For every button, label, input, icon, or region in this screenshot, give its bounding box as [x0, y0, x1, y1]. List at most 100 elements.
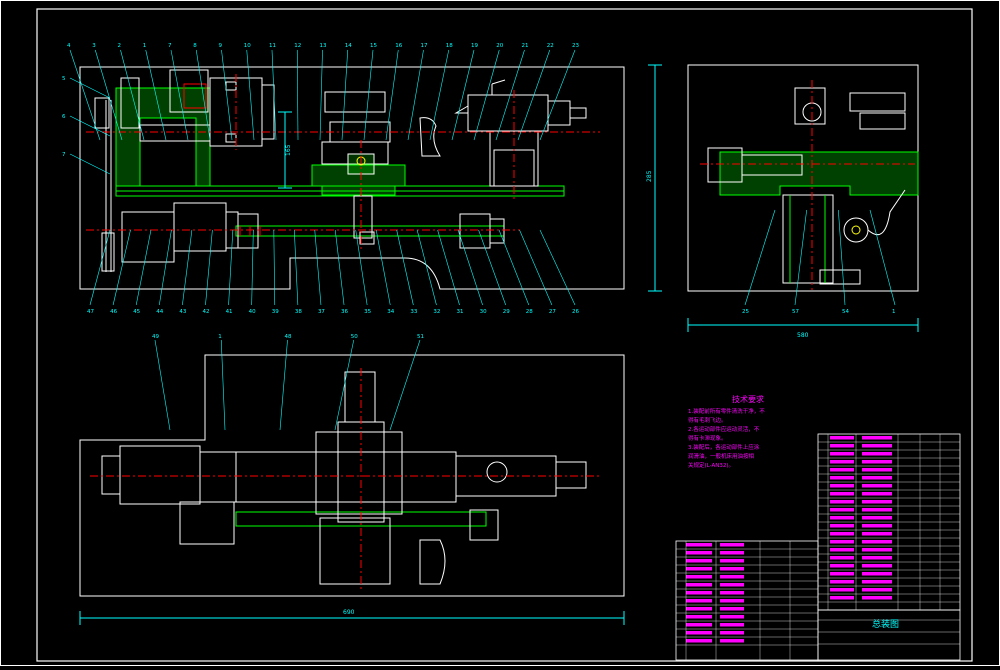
callout-number: 18 [446, 43, 453, 49]
bom-cell-text [830, 556, 854, 560]
bom-cell-text [830, 436, 854, 440]
bom-cell-text [862, 516, 892, 520]
bom-cell-text [686, 559, 712, 563]
bom-cell-text [830, 588, 854, 592]
callout-leader [246, 49, 255, 141]
bom-cell-text [720, 583, 744, 587]
callout-number: 27 [549, 309, 556, 315]
technical-notes-title: 技术要求 [732, 395, 764, 404]
callout-number: 13 [320, 43, 327, 49]
technical-note-line: 润滑油，一般机床用油按相 [688, 454, 755, 460]
bom-cell-text [862, 460, 892, 464]
bom-cell-text [686, 543, 712, 547]
callout-number: 16 [395, 43, 402, 49]
bom-cell-text [830, 540, 854, 544]
callout-leader [437, 229, 460, 306]
callout-leader [205, 229, 213, 306]
bom-cell-text [830, 476, 854, 480]
callout-number: 7 [168, 43, 172, 49]
callout-leader [220, 339, 226, 431]
callout-number: 17 [421, 43, 428, 49]
callout-leader [293, 229, 299, 306]
top-motor [119, 445, 201, 505]
bom-cell-text [862, 596, 892, 600]
callout-number: 31 [457, 309, 464, 315]
callout-leader [429, 49, 450, 141]
callout-number: 35 [364, 309, 371, 315]
lead-screw [235, 225, 505, 237]
top-view-width-dimension: 690 [343, 609, 355, 616]
callout-leader [416, 229, 437, 306]
callout-number: 50 [351, 334, 358, 340]
callout-number: 25 [742, 309, 749, 315]
callout-leader [251, 229, 254, 306]
bom-cell-text [830, 508, 854, 512]
callout-leader [135, 229, 152, 306]
bom-cell-text [720, 615, 744, 619]
callout-number: 30 [480, 309, 487, 315]
bom-cell-text [686, 599, 712, 603]
side-bed-section [719, 151, 919, 196]
callout-number: 36 [341, 309, 348, 315]
bom-cell-text [830, 516, 854, 520]
drawing-title: 总装图 [872, 618, 899, 630]
callout-leader [396, 229, 414, 306]
callout-number: 28 [526, 309, 533, 315]
callout-leader [69, 115, 111, 137]
bom-cell-text [830, 596, 854, 600]
bom-cell-text [686, 607, 712, 611]
bom-cell-text [830, 492, 854, 496]
bom-cell-text [830, 452, 854, 456]
callout-leader [221, 49, 233, 141]
callout-number: 44 [156, 309, 163, 315]
bom-cell-text [862, 476, 892, 480]
main-motor [121, 211, 175, 263]
callout-leader [69, 153, 111, 175]
tool-post [324, 91, 386, 113]
bom-cell-text [862, 532, 892, 536]
callout-leader [314, 229, 322, 306]
title-block [817, 609, 961, 661]
bom-cell-text [686, 575, 712, 579]
callout-number: 29 [503, 309, 510, 315]
callout-number: 37 [318, 309, 325, 315]
callout-number: 34 [387, 309, 394, 315]
bom-cell-text [862, 436, 892, 440]
tailstock [467, 94, 549, 132]
callout-number: 10 [244, 43, 251, 49]
bom-cell-text [686, 551, 712, 555]
bom-cell-text [862, 588, 892, 592]
callout-number: 11 [269, 43, 276, 49]
top-view-callouts: 49 1 48 50 51 [152, 334, 424, 431]
side-view: 25 57 54 1 580 285 [646, 64, 919, 339]
callout-leader [296, 49, 299, 141]
callout-leader [182, 229, 193, 306]
bom-cell-text [862, 452, 892, 456]
bom-cell-text [720, 543, 744, 547]
technical-note-line: 3.装配后，各运动部件上应涂 [688, 445, 760, 451]
callout-leader [457, 229, 483, 306]
callout-number: 1 [218, 334, 222, 340]
bom-cell-text [830, 572, 854, 576]
bom-cell-text [862, 468, 892, 472]
bom-cell-text [862, 580, 892, 584]
bom-cell-text [862, 500, 892, 504]
bom-cell-text [720, 607, 744, 611]
callout-number: 39 [272, 309, 279, 315]
side-view-width-dimension: 580 [797, 332, 809, 339]
bom-cell-text [862, 484, 892, 488]
drawing-canvas: 4 3 2 1 7 8 9 10 11 12 13 14 15 16 17 18 19 20 21 22 23 567 … [0, 0, 1000, 666]
callout-leader [89, 229, 111, 306]
callout-number: 19 [471, 43, 478, 49]
bom-cell-text [686, 631, 712, 635]
bom-cell-text [720, 639, 744, 643]
callout-number: 4 [67, 43, 71, 49]
callout-leader [228, 229, 234, 306]
callout-number: 6 [62, 114, 66, 120]
callout-number: 57 [792, 309, 799, 315]
callout-number: 1 [143, 43, 147, 49]
bom-cell-text [830, 460, 854, 464]
technical-note-line: 2.各运动部件应运动灵活，不 [688, 427, 760, 433]
callout-number: 40 [249, 309, 256, 315]
callout-leader [69, 77, 111, 99]
